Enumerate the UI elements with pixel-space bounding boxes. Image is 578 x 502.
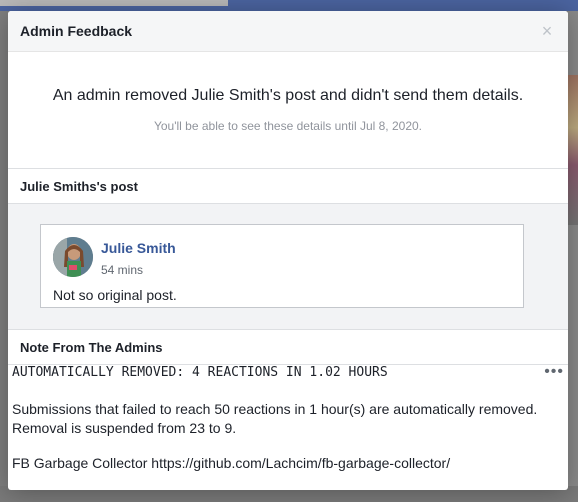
post-section-header: Julie Smiths's post	[8, 169, 568, 204]
removal-message: An admin removed Julie Smith's post and …	[52, 87, 524, 104]
admin-note-section-header: Note From The Admins	[8, 330, 568, 365]
avatar[interactable]	[53, 237, 93, 277]
admin-note-footer: FB Garbage Collector https://github.com/…	[12, 455, 451, 471]
post-timestamp[interactable]: 54 mins	[101, 263, 143, 277]
post-card: Julie Smith 54 mins Not so original post…	[40, 224, 524, 308]
background-search-area	[0, 0, 228, 6]
background-image-edge	[568, 75, 578, 225]
dialog-header: Admin Feedback ×	[8, 11, 568, 52]
admin-note-title: AUTOMATICALLY REMOVED: 4 REACTIONS IN 1.…	[12, 365, 388, 380]
admin-note-body: Submissions that failed to reach 50 reac…	[12, 400, 548, 438]
close-icon[interactable]: ×	[538, 22, 556, 40]
more-options-icon[interactable]: •••	[544, 363, 564, 381]
post-text: Not so original post.	[53, 287, 177, 303]
admin-note-line: Removal is suspended from 23 to 9.	[12, 420, 237, 436]
dialog-title: Admin Feedback	[20, 23, 133, 39]
admin-note-line: Submissions that failed to reach 50 reac…	[12, 401, 538, 417]
post-author-link[interactable]: Julie Smith	[101, 240, 176, 256]
availability-note: You'll be able to see these details unti…	[153, 119, 423, 133]
post-preview-area: Julie Smith 54 mins Not so original post…	[8, 204, 568, 330]
removal-summary: An admin removed Julie Smith's post and …	[8, 52, 568, 169]
